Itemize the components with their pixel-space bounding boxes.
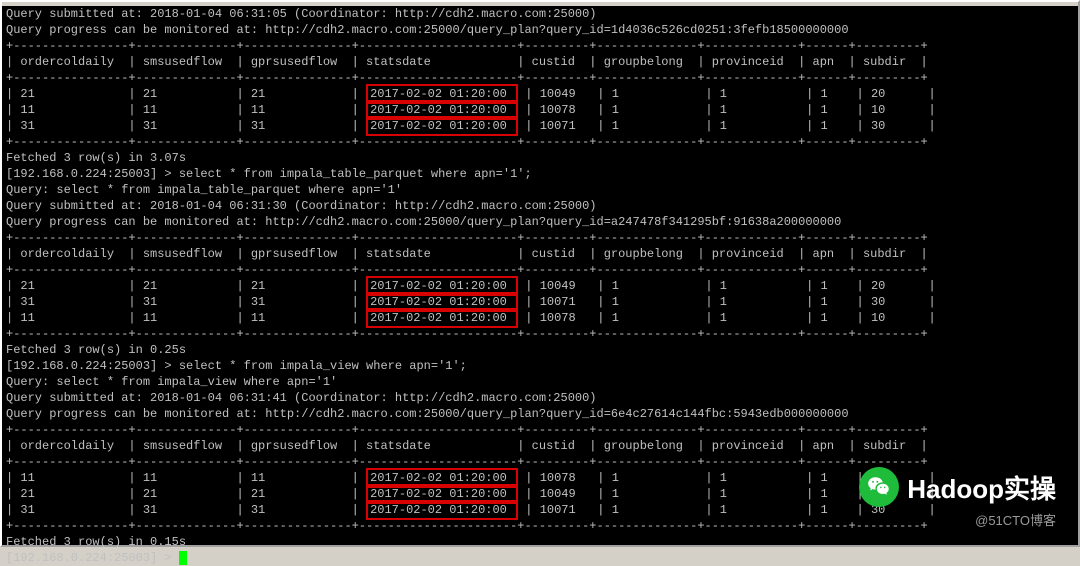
- watermark: Hadoop实操: [859, 467, 1056, 507]
- watermark-text: Hadoop实操: [907, 469, 1056, 506]
- watermark-sub: @51CTO博客: [975, 510, 1056, 529]
- wechat-icon: [859, 467, 899, 507]
- terminal-output[interactable]: Query submitted at: 2018-01-04 06:31:05 …: [2, 6, 1078, 545]
- terminal-window: Query submitted at: 2018-01-04 06:31:05 …: [0, 0, 1080, 547]
